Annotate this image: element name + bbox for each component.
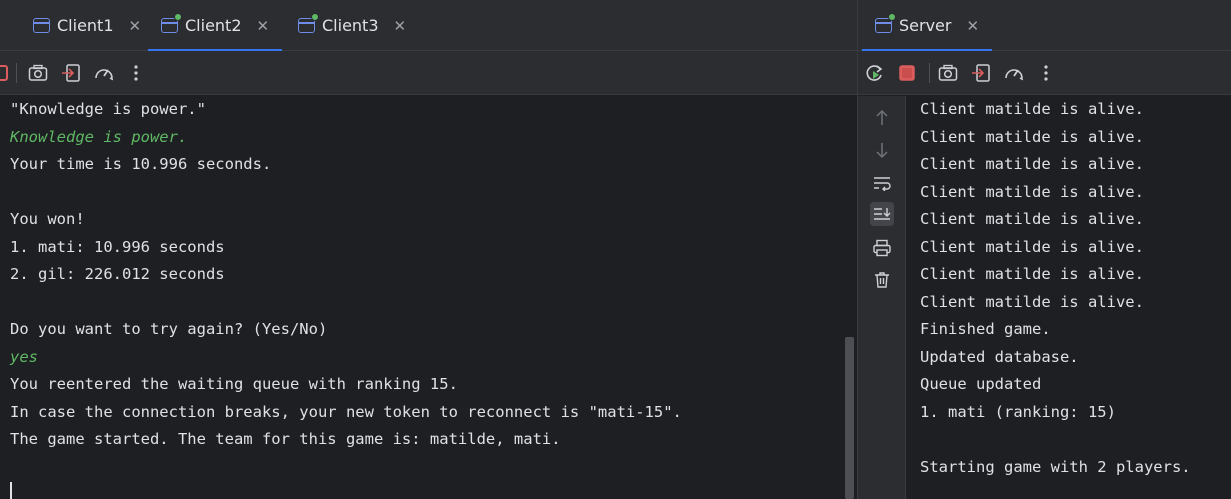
console-output-line: Client matilde is alive. [920,292,1144,311]
console-output-line: Your time is 10.996 seconds. [10,155,272,173]
client-run-toolbar [0,51,857,95]
stop-icon[interactable] [0,63,10,83]
exit-icon[interactable] [971,63,991,83]
close-icon[interactable]: ✕ [257,17,270,35]
print-icon[interactable] [870,236,894,260]
server-run-toolbar [858,51,1231,95]
console-output-line: Client matilde is alive. [920,155,1144,173]
console-output-line: Client matilde is alive. [920,100,1144,118]
console-output-line: In case the connection breaks, your new … [10,402,682,421]
tab-client3[interactable]: Client3 ✕ [298,0,406,51]
console-output-line: Client matilde is alive. [920,127,1144,146]
console-output-line: Client matilde is alive. [920,237,1144,256]
client-tab-bar: Client1 ✕ Client2 ✕ Client3 ✕ [0,0,857,52]
close-icon[interactable]: ✕ [394,17,407,35]
console-output-line: Do you want to try again? (Yes/No) [10,320,328,338]
tab-server[interactable]: Server ✕ [861,0,993,52]
speedometer-icon[interactable] [93,63,113,83]
scroll-to-end-icon[interactable] [870,202,894,226]
server-run-pane: Server ✕ Client matilde is alive. Client… [858,0,1231,499]
tab-label: Client3 [322,16,379,35]
console-side-toolbar [858,96,906,499]
console-output-line: Client matilde is alive. [920,210,1144,228]
console-window-icon [875,13,896,33]
text-caret [10,482,12,499]
console-output-line: Client matilde is alive. [920,265,1144,283]
tab-label: Server [899,16,952,35]
console-output-line: 1. mati: 10.996 seconds [10,237,225,256]
running-indicator [311,13,319,21]
server-tab-bar: Server ✕ [858,0,1231,52]
console-output-line: You reentered the waiting queue with ran… [10,375,458,393]
stop-icon[interactable] [897,63,917,83]
console-output-line: "Knowledge is power." [10,100,206,118]
console-output-line: Queue updated [920,375,1042,393]
camera-icon[interactable] [28,63,48,83]
arrow-down-icon[interactable] [870,138,894,162]
console-output-line: You won! [10,210,85,228]
console-input-line: yes [10,347,38,366]
tab-client2[interactable]: Client2 ✕ [147,0,283,52]
more-vertical-icon[interactable] [126,63,146,83]
console-output-line: Updated database. [920,347,1079,366]
soft-wrap-icon[interactable] [870,171,894,195]
tab-label: Client1 [57,16,114,35]
toolbar-separator [929,63,930,83]
tab-client1[interactable]: Client1 ✕ [33,0,141,51]
console-output-line: Client matilde is alive. [920,182,1144,201]
console-scrollbar[interactable] [845,337,854,499]
console-output-line: 1. mati (ranking: 15) [920,402,1116,421]
speedometer-icon[interactable] [1003,63,1023,83]
console-output-line: The game started. The team for this game… [10,430,561,448]
console-window-icon [161,13,182,33]
client-run-pane: Client1 ✕ Client2 ✕ Client3 ✕ "Knowledge… [0,0,857,499]
console-output-line: Finished game. [920,320,1051,338]
client-console-output[interactable]: "Knowledge is power." Knowledge is power.… [10,96,682,454]
camera-icon[interactable] [938,63,958,83]
close-icon[interactable]: ✕ [966,17,979,35]
running-indicator [174,13,182,21]
more-vertical-icon[interactable] [1036,63,1056,83]
trash-icon[interactable] [870,268,894,292]
rerun-icon[interactable] [864,63,884,83]
console-window-icon [33,18,50,33]
exit-icon[interactable] [61,63,81,83]
toolbar-separator [16,63,17,83]
console-window-icon [298,13,319,33]
server-console-output[interactable]: Client matilde is alive. Client matilde i… [920,96,1191,481]
running-indicator [888,13,896,21]
console-output-line: Starting game with 2 players. [920,457,1191,476]
close-icon[interactable]: ✕ [129,17,142,35]
console-input-line: Knowledge is power. [10,127,188,146]
console-output-line: 2. gil: 226.012 seconds [10,265,225,283]
tab-label: Client2 [185,16,242,35]
arrow-up-icon[interactable] [870,106,894,130]
